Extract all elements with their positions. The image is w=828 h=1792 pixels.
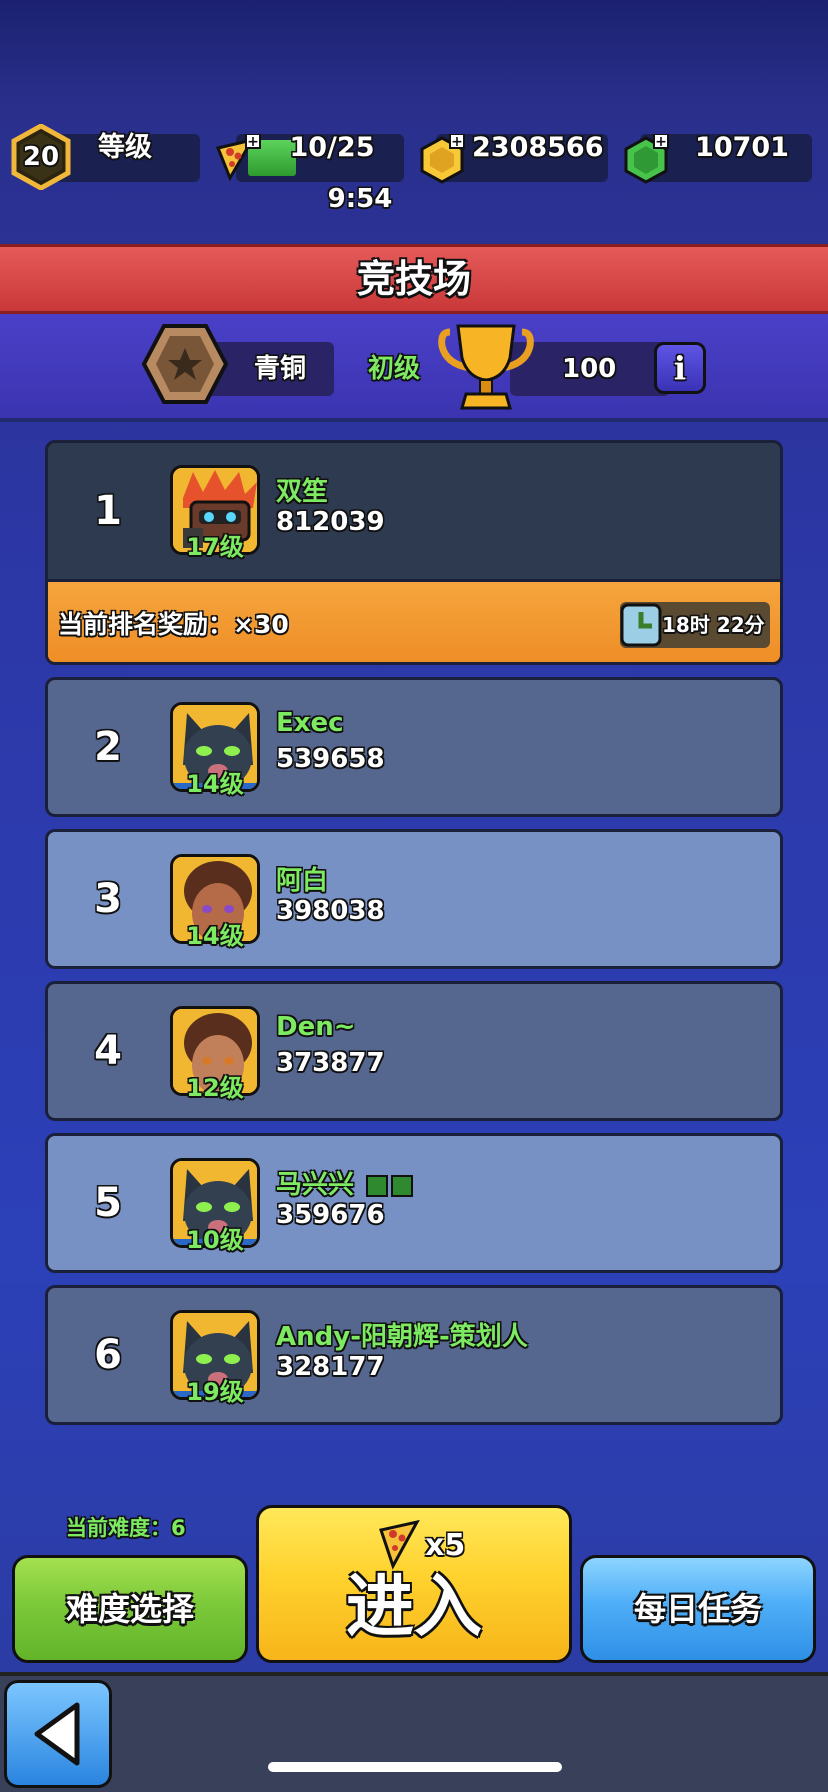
player-tags — [363, 1171, 414, 1201]
player-name: 马兴兴 — [276, 1170, 355, 1200]
leaderboard-row[interactable]: 6 19级 Andy-阳朝辉-策划人 328177 — [45, 1285, 783, 1425]
leaderboard-row[interactable]: 5 10级 马兴兴 359676 — [45, 1133, 783, 1273]
player-score: 812039 — [276, 507, 385, 537]
back-arrow-icon — [34, 1702, 80, 1766]
player-score: 539658 — [276, 744, 385, 774]
player-score: 359676 — [276, 1200, 385, 1230]
resource-bar: 20 等级 + 10/25 9:54 + 2308566 + 10701 — [0, 124, 828, 224]
enter-cost-value: x5 — [425, 1528, 466, 1563]
tier-name: 青铜 — [254, 354, 307, 384]
gem-icon: + — [624, 134, 669, 184]
player-name: Den~ — [276, 1012, 356, 1042]
player-name-row: 马兴兴 — [276, 1164, 414, 1201]
player-name: 双笙 — [276, 477, 329, 507]
level-number: 20 — [22, 142, 60, 172]
daily-task-button[interactable]: 每日任务 — [580, 1555, 816, 1663]
player-level: 12级 — [186, 1074, 244, 1102]
enter-cost: x5 — [259, 1518, 569, 1574]
difficulty-select-label: 难度选择 — [65, 1590, 194, 1628]
pizza-icon: + — [215, 134, 261, 182]
player-level: 14级 — [186, 770, 244, 798]
title-tag-icon — [391, 1175, 414, 1197]
player-score: 328177 — [276, 1352, 385, 1382]
footer-bar — [0, 1672, 828, 1792]
player-level: 19级 — [186, 1378, 244, 1406]
energy-timer: 9:54 — [327, 184, 393, 214]
energy-value: 10/25 — [289, 132, 375, 163]
back-button[interactable] — [4, 1680, 112, 1788]
trophy-count: 100 — [562, 354, 617, 384]
coins-value: 2308566 — [472, 132, 604, 163]
pizza-icon — [379, 1519, 420, 1570]
title-tag-icon — [366, 1175, 389, 1197]
sub-tier-name: 初级 — [368, 354, 421, 384]
rank-info-bar: 青铜 初级 100 i — [0, 314, 828, 422]
rank-number: 6 — [94, 1332, 122, 1378]
reward-timer: 18时 22分 — [620, 602, 770, 648]
rank-number: 4 — [94, 1028, 122, 1074]
bronze-badge-icon — [141, 324, 229, 404]
reward-timer-text: 18时 22分 — [662, 613, 765, 637]
arena-banner: 竞技场 — [0, 244, 828, 314]
leaderboard-list: 1 17级 双笙 812039 当前排名奖励：×30 18时 22分 2 14级… — [45, 440, 783, 1437]
rank-number: 3 — [94, 876, 122, 922]
rank-number: 1 — [94, 488, 122, 534]
level-label: 等级 — [98, 132, 152, 163]
player-score: 398038 — [276, 896, 385, 926]
player-level: 10级 — [186, 1226, 244, 1254]
rank-reward-strip: 当前排名奖励：×30 18时 22分 — [48, 579, 780, 662]
player-name: 阿白 — [276, 866, 329, 896]
home-indicator — [268, 1762, 562, 1772]
svg-text:+: + — [451, 134, 463, 150]
leaderboard-row[interactable]: 2 14级 Exec 539658 — [45, 677, 783, 817]
player-name: Exec — [276, 708, 344, 738]
leaderboard-row[interactable]: 1 17级 双笙 812039 当前排名奖励：×30 18时 22分 — [45, 440, 783, 665]
player-score: 373877 — [276, 1048, 385, 1078]
coin-icon: + — [420, 134, 465, 184]
clock-icon — [620, 603, 662, 647]
reward-text: 当前排名奖励：×30 — [58, 610, 289, 639]
svg-text:+: + — [655, 134, 667, 150]
current-difficulty-label: 当前难度：6 — [66, 1516, 186, 1540]
svg-text:+: + — [247, 134, 259, 150]
rank-number: 2 — [94, 724, 122, 770]
info-button[interactable]: i — [654, 342, 706, 394]
player-name: Andy-阳朝辉-策划人 — [276, 1322, 528, 1352]
difficulty-select-button[interactable]: 难度选择 — [12, 1555, 248, 1663]
player-level: 17级 — [186, 533, 244, 561]
trophy-icon — [438, 324, 534, 410]
page-title: 竞技场 — [356, 257, 471, 301]
gems-value: 10701 — [695, 132, 789, 163]
rank-number: 5 — [94, 1180, 122, 1226]
player-level: 14级 — [186, 922, 244, 950]
leaderboard-row[interactable]: 4 12级 Den~ 373877 — [45, 981, 783, 1121]
enter-button[interactable]: x5 进入 — [256, 1505, 572, 1663]
leaderboard-row[interactable]: 3 14级 阿白 398038 — [45, 829, 783, 969]
daily-task-label: 每日任务 — [633, 1590, 762, 1628]
enter-label: 进入 — [345, 1568, 482, 1647]
